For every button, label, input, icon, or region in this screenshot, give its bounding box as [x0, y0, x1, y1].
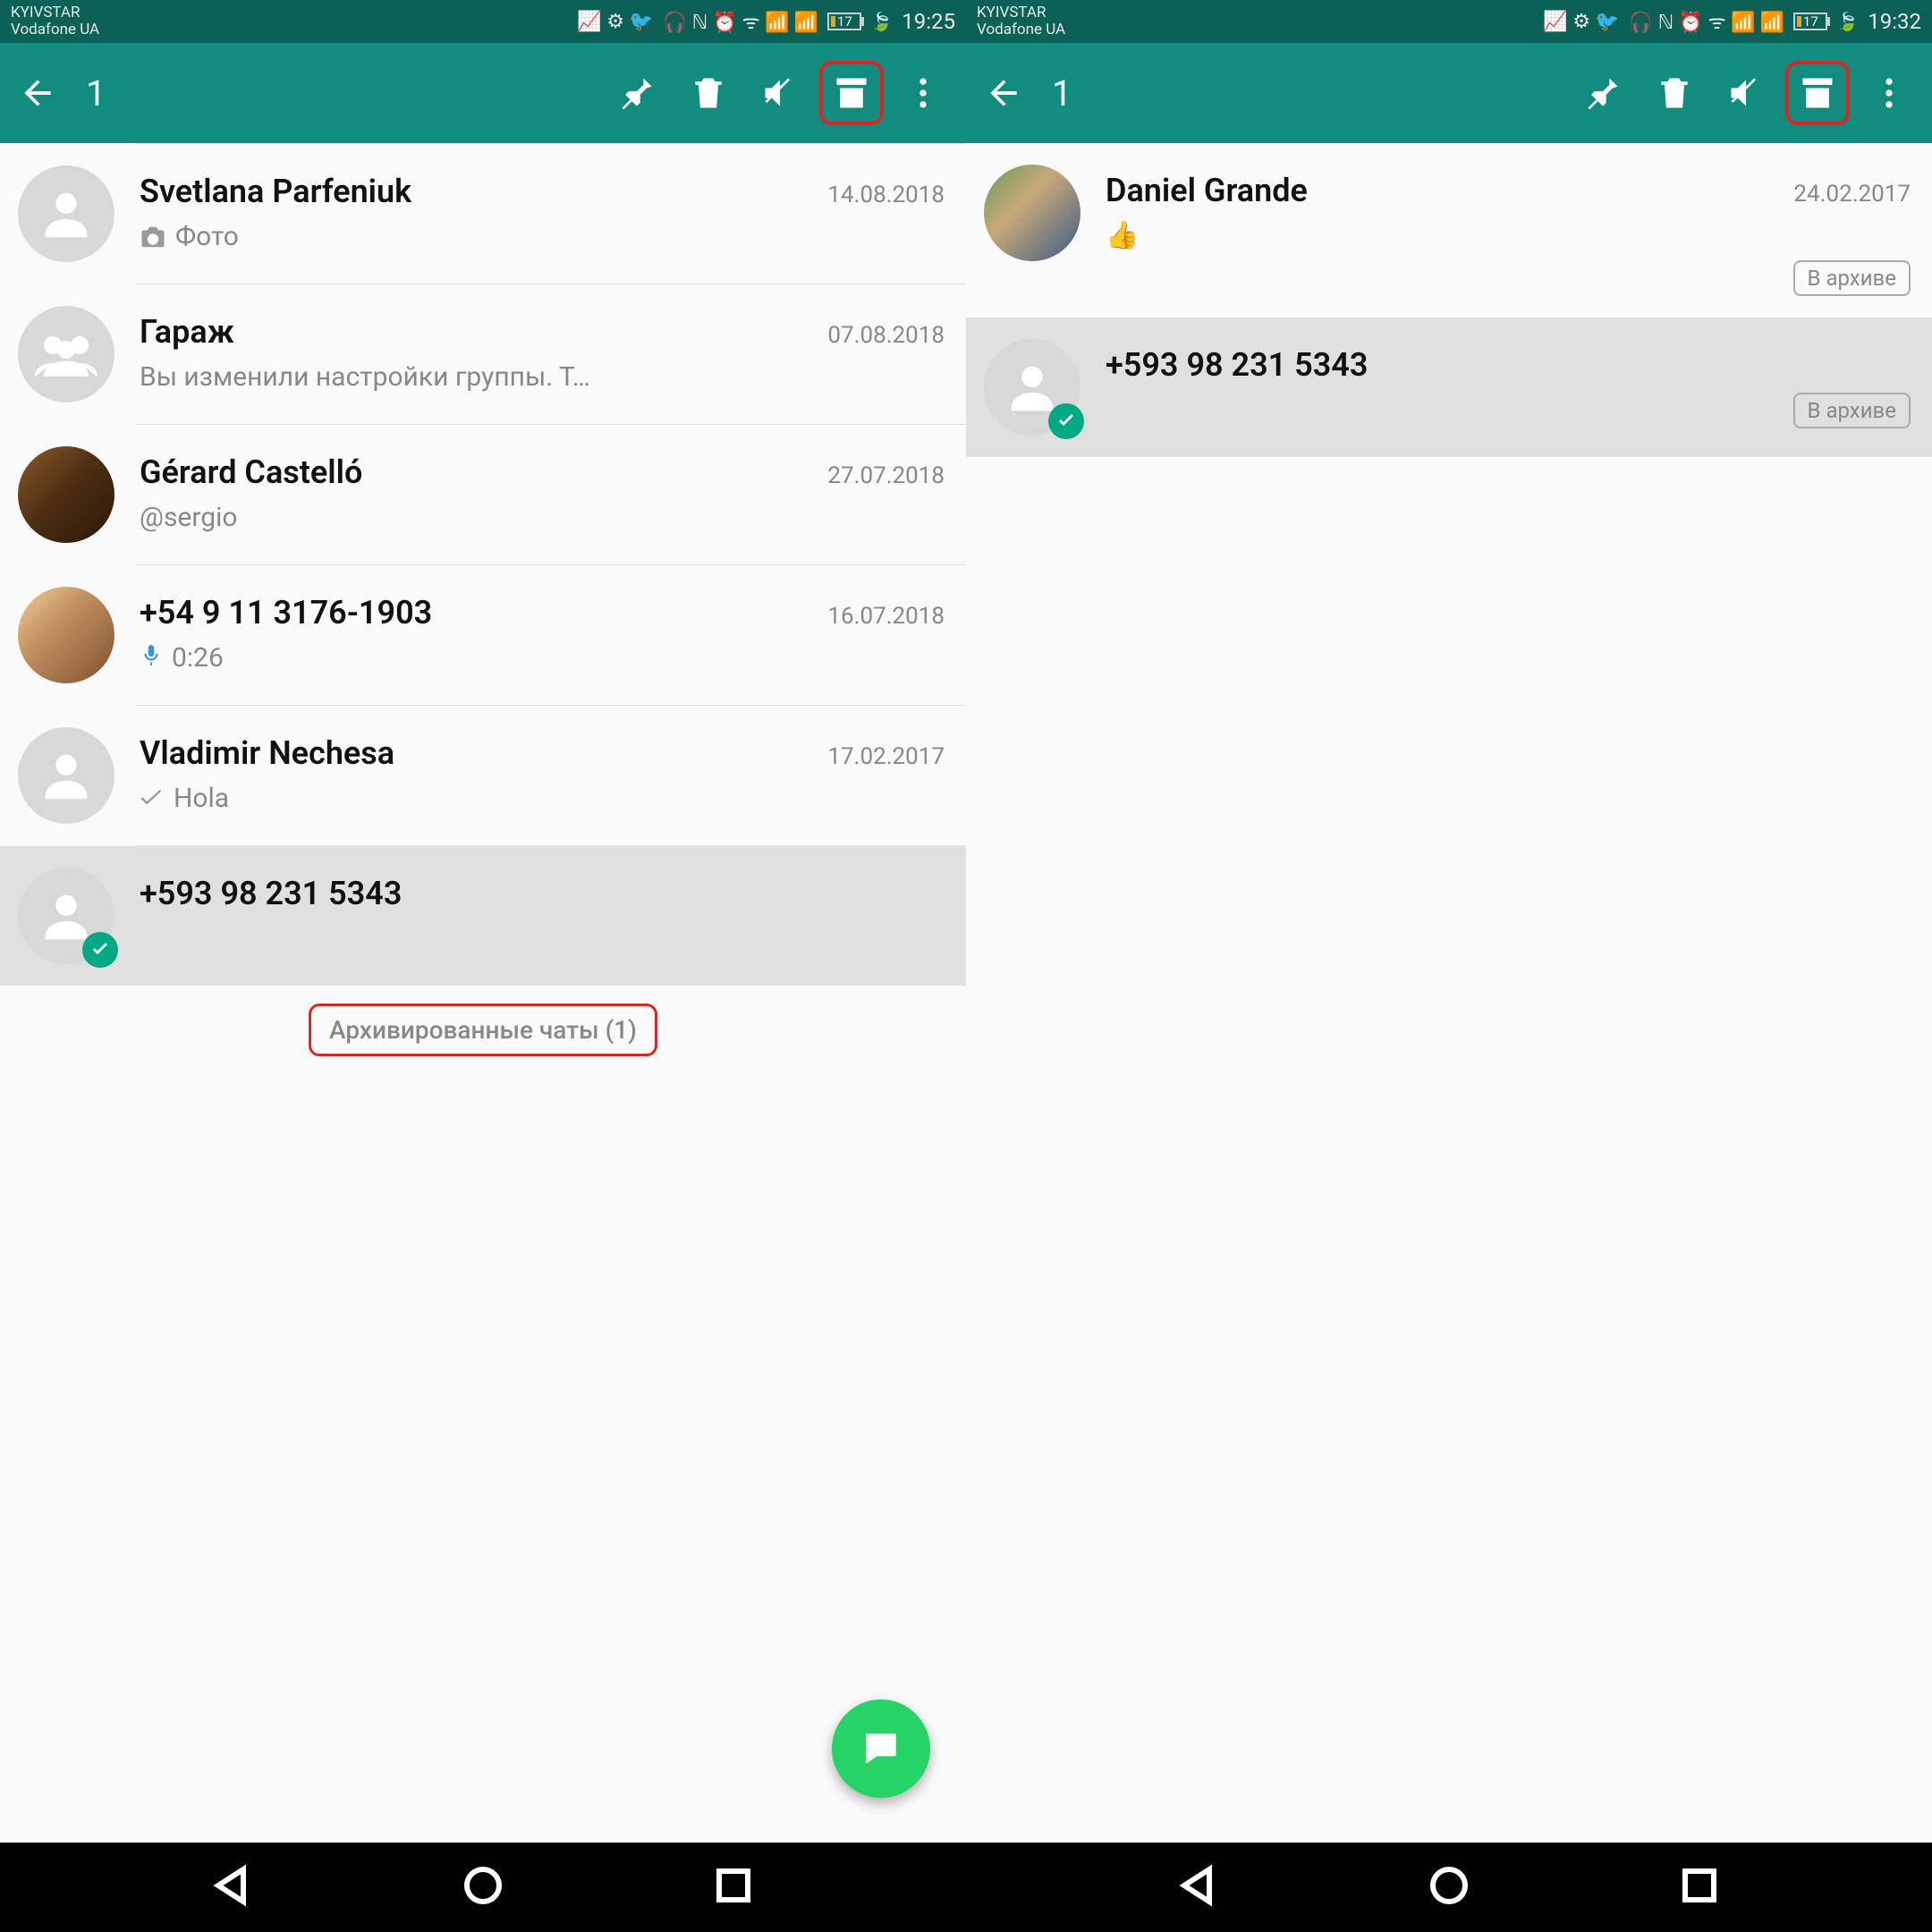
battery-icon: 17: [1793, 13, 1827, 30]
avatar-placeholder[interactable]: [984, 339, 1080, 436]
archived-chats-link[interactable]: Архивированные чаты (1): [309, 1004, 657, 1056]
chat-row-selected[interactable]: +593 98 231 5343: [0, 846, 966, 986]
nav-home-button[interactable]: [462, 1864, 504, 1911]
selection-check-icon: [1048, 403, 1084, 439]
status-indicator-icons: 📈 ⚙ 🐦: [1543, 11, 1619, 33]
phone-right: KYIVSTAR Vodafone UA 📈 ⚙ 🐦 🎧 ℕ ⏰ ᯤ 📶 📶 1…: [966, 0, 1932, 1843]
chat-date: 17.02.2017: [827, 743, 945, 770]
chat-date: 16.07.2018: [827, 603, 945, 630]
avatar-placeholder[interactable]: [18, 727, 114, 824]
camera-icon: [140, 225, 166, 249]
selection-count: 1: [64, 72, 605, 114]
clock: 19:25: [902, 9, 955, 34]
menu-button[interactable]: [1857, 61, 1921, 125]
chat-name: Vladimir Nechesa: [140, 734, 394, 772]
chat-row[interactable]: Daniel Grande 24.02.2017 👍 В архиве: [966, 143, 1932, 318]
clock: 19:32: [1868, 9, 1921, 34]
chat-name: Gérard Castelló: [140, 453, 362, 491]
chat-row[interactable]: Гараж 07.08.2018 Вы изменили настройки г…: [0, 284, 966, 424]
chat-row[interactable]: Svetlana Parfeniuk 14.08.2018 Фото: [0, 144, 966, 284]
chat-name: +54 9 11 3176-1903: [140, 594, 432, 631]
mute-button[interactable]: [748, 61, 812, 125]
chat-row[interactable]: Vladimir Nechesa 17.02.2017 Hola: [0, 706, 966, 845]
pin-button[interactable]: [605, 61, 669, 125]
mute-button[interactable]: [1714, 61, 1778, 125]
selection-count: 1: [1030, 72, 1571, 114]
chat-subtitle: Фото: [175, 221, 239, 252]
selection-check-icon: [82, 932, 118, 968]
battery-icon: 17: [827, 13, 861, 30]
delete-button[interactable]: [676, 61, 741, 125]
chat-list[interactable]: Daniel Grande 24.02.2017 👍 В архиве: [966, 143, 1932, 1843]
new-chat-fab[interactable]: [832, 1699, 930, 1798]
phone-left: KYIVSTAR Vodafone UA 📈 ⚙ 🐦 🎧 ℕ ⏰ ᯤ 📶 📶 1…: [0, 0, 966, 1843]
chat-name: Svetlana Parfeniuk: [140, 173, 411, 210]
eco-icon: 🍃: [870, 11, 893, 32]
chat-row[interactable]: Gérard Castelló 27.07.2018 @sergio: [0, 425, 966, 564]
carrier-1: KYIVSTAR: [11, 5, 99, 21]
chat-date: 14.08.2018: [827, 182, 945, 208]
chat-subtitle: 👍: [1106, 220, 1139, 251]
avatar-placeholder[interactable]: [18, 165, 114, 262]
carrier-1: KYIVSTAR: [977, 5, 1065, 21]
nav-recent-button[interactable]: [1678, 1864, 1721, 1911]
nav-back-button[interactable]: [211, 1864, 254, 1911]
status-system-icons: 🎧 ℕ ⏰ ᯤ 📶 📶: [1629, 8, 1785, 35]
chat-name: Daniel Grande: [1106, 172, 1308, 209]
avatar-photo[interactable]: [18, 446, 114, 543]
avatar-placeholder[interactable]: [18, 868, 114, 964]
status-indicator-icons: 📈 ⚙ 🐦: [577, 11, 653, 33]
chat-name: +593 98 231 5343: [140, 875, 402, 912]
pin-button[interactable]: [1571, 61, 1635, 125]
avatar-photo[interactable]: [18, 587, 114, 683]
archive-badge: В архиве: [1793, 393, 1911, 428]
chat-list[interactable]: Svetlana Parfeniuk 14.08.2018 Фото Гараж…: [0, 143, 966, 1843]
chat-row-selected[interactable]: +593 98 231 5343 В архиве: [966, 318, 1932, 457]
mic-icon: [140, 642, 163, 674]
selection-toolbar: 1: [0, 43, 966, 143]
carrier-2: Vodafone UA: [977, 22, 1065, 38]
chat-subtitle: Hola: [174, 783, 229, 814]
chat-subtitle: 0:26: [172, 642, 224, 674]
unarchive-button[interactable]: [1785, 61, 1850, 125]
chat-date: 07.08.2018: [827, 322, 945, 349]
archive-badge: В архиве: [1793, 260, 1911, 296]
android-nav-bar: [0, 1843, 1932, 1932]
status-bar: KYIVSTAR Vodafone UA 📈 ⚙ 🐦 🎧 ℕ ⏰ ᯤ 📶 📶 1…: [0, 0, 966, 43]
nav-recent-button[interactable]: [712, 1864, 755, 1911]
menu-button[interactable]: [891, 61, 955, 125]
status-bar: KYIVSTAR Vodafone UA 📈 ⚙ 🐦 🎧 ℕ ⏰ ᯤ 📶 📶 1…: [966, 0, 1932, 43]
avatar-group[interactable]: [18, 306, 114, 402]
chat-subtitle: @sergio: [140, 502, 237, 533]
archive-button[interactable]: [819, 61, 884, 125]
sent-tick-icon: [140, 783, 165, 814]
chat-name: +593 98 231 5343: [1106, 346, 1368, 384]
avatar-photo[interactable]: [984, 165, 1080, 261]
back-button[interactable]: [977, 61, 1030, 125]
selection-toolbar: 1: [966, 43, 1932, 143]
delete-button[interactable]: [1642, 61, 1707, 125]
status-system-icons: 🎧 ℕ ⏰ ᯤ 📶 📶: [663, 8, 819, 35]
nav-back-button[interactable]: [1177, 1864, 1220, 1911]
chat-subtitle: Вы изменили настройки группы. Т…: [140, 361, 590, 393]
chat-date: 24.02.2017: [1793, 181, 1911, 208]
chat-date: 27.07.2018: [827, 462, 945, 489]
back-button[interactable]: [11, 61, 64, 125]
chat-row[interactable]: +54 9 11 3176-1903 16.07.2018 0:26: [0, 565, 966, 705]
eco-icon: 🍃: [1836, 11, 1859, 32]
carrier-2: Vodafone UA: [11, 22, 99, 38]
chat-name: Гараж: [140, 313, 234, 351]
nav-home-button[interactable]: [1428, 1864, 1470, 1911]
